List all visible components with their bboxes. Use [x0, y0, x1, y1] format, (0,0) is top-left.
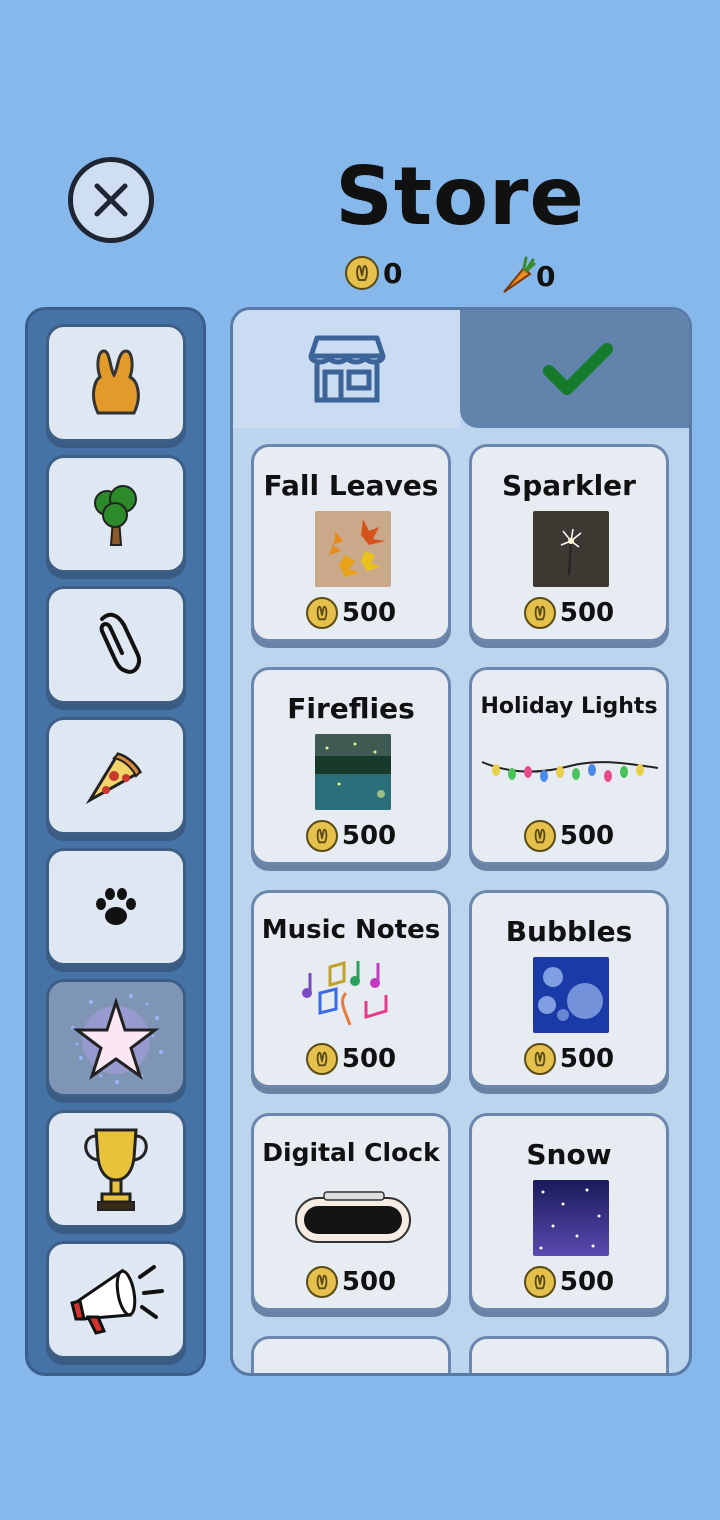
- bunny-coin-icon: [305, 1043, 338, 1075]
- carrot-icon: [503, 256, 536, 293]
- price-value: 500: [341, 1044, 397, 1074]
- close-button[interactable]: [68, 157, 154, 243]
- store-item-sparkler[interactable]: Sparkler 500: [469, 444, 669, 642]
- store-item-holiday-lights[interactable]: Holiday Lights 500: [469, 667, 669, 865]
- coin-balance: 0: [345, 256, 402, 290]
- store-item-fall-leaves[interactable]: Fall Leaves 500: [251, 444, 451, 642]
- item-price: 500: [472, 597, 666, 629]
- close-icon: [94, 183, 128, 217]
- price-value: 500: [559, 1044, 615, 1074]
- page-title: Store: [335, 150, 585, 243]
- megaphone-icon: [70, 1265, 164, 1335]
- digital-clock-thumbnail: [294, 1190, 414, 1246]
- store-panel: Fall Leaves 500 Sparkler 500 Fireflies 5…: [230, 307, 692, 1376]
- item-price: 500: [254, 820, 448, 852]
- item-name: Snow: [526, 1138, 612, 1171]
- paw-icon: [96, 888, 136, 925]
- pizza-icon: [86, 752, 142, 804]
- item-name: Fall Leaves: [263, 469, 439, 502]
- store-item-music-notes[interactable]: Music Notes 500: [251, 890, 451, 1088]
- price-value: 500: [341, 598, 397, 628]
- item-name: Holiday Lights: [480, 694, 658, 719]
- coin-count: 0: [383, 256, 403, 290]
- bunny-coin-icon: [523, 1043, 556, 1075]
- category-food[interactable]: [46, 717, 186, 835]
- price-value: 500: [341, 821, 397, 851]
- category-sidebar: [25, 307, 206, 1376]
- category-achievements[interactable]: [46, 1110, 186, 1228]
- item-price: 500: [254, 1043, 448, 1075]
- category-announcements[interactable]: [46, 1241, 186, 1359]
- item-price: 500: [472, 1266, 666, 1298]
- checkmark-icon: [542, 343, 613, 395]
- category-pets[interactable]: [46, 848, 186, 966]
- store-item-fireflies[interactable]: Fireflies 500: [251, 667, 451, 865]
- tree-icon: [94, 485, 137, 546]
- bunny-coin-icon: [305, 1266, 338, 1298]
- bunny-coin-icon: [305, 597, 338, 629]
- item-name: Music Notes: [261, 915, 441, 945]
- bunny-coin-icon: [523, 597, 556, 629]
- item-price: 500: [254, 1266, 448, 1298]
- category-nature[interactable]: [46, 455, 186, 573]
- price-value: 500: [559, 821, 615, 851]
- paperclip-icon: [99, 612, 141, 674]
- store-item-snow[interactable]: Snow 500: [469, 1113, 669, 1311]
- bunny-icon: [92, 349, 140, 415]
- storefront-icon: [308, 335, 385, 403]
- bubbles-thumbnail: [533, 957, 609, 1033]
- music-notes-thumbnail: [300, 953, 408, 1029]
- tab-owned[interactable]: [460, 310, 689, 428]
- sparkler-thumbnail: [533, 511, 609, 587]
- tab-store[interactable]: [233, 310, 460, 428]
- holiday-lights-thumbnail: [480, 748, 660, 798]
- price-value: 500: [341, 1267, 397, 1297]
- store-item-partial[interactable]: [469, 1336, 669, 1373]
- item-name: Fireflies: [287, 692, 415, 725]
- item-price: 500: [254, 597, 448, 629]
- carrot-balance: 0: [500, 256, 555, 296]
- item-price: 500: [472, 1043, 666, 1075]
- item-name: Sparkler: [502, 469, 636, 502]
- price-value: 500: [559, 1267, 615, 1297]
- fall-leaves-thumbnail: [315, 511, 391, 587]
- trophy-icon: [84, 1128, 148, 1211]
- price-value: 500: [559, 598, 615, 628]
- store-item-digital-clock[interactable]: Digital Clock 500: [251, 1113, 451, 1311]
- sparkle-star-icon: [71, 994, 163, 1084]
- bunny-coin-icon: [345, 256, 379, 290]
- category-bunnies[interactable]: [46, 324, 186, 442]
- item-name: Bubbles: [505, 915, 633, 948]
- snow-thumbnail: [533, 1180, 609, 1256]
- bunny-coin-icon: [523, 820, 556, 852]
- category-objects[interactable]: [46, 586, 186, 704]
- bunny-coin-icon: [305, 820, 338, 852]
- item-price: 500: [472, 820, 666, 852]
- carrot-count: 0: [536, 259, 556, 293]
- bunny-coin-icon: [523, 1266, 556, 1298]
- category-effects[interactable]: [46, 979, 186, 1097]
- store-item-bubbles[interactable]: Bubbles 500: [469, 890, 669, 1088]
- fireflies-thumbnail: [315, 734, 391, 810]
- item-name: Digital Clock: [262, 1138, 440, 1167]
- store-item-partial[interactable]: [251, 1336, 451, 1373]
